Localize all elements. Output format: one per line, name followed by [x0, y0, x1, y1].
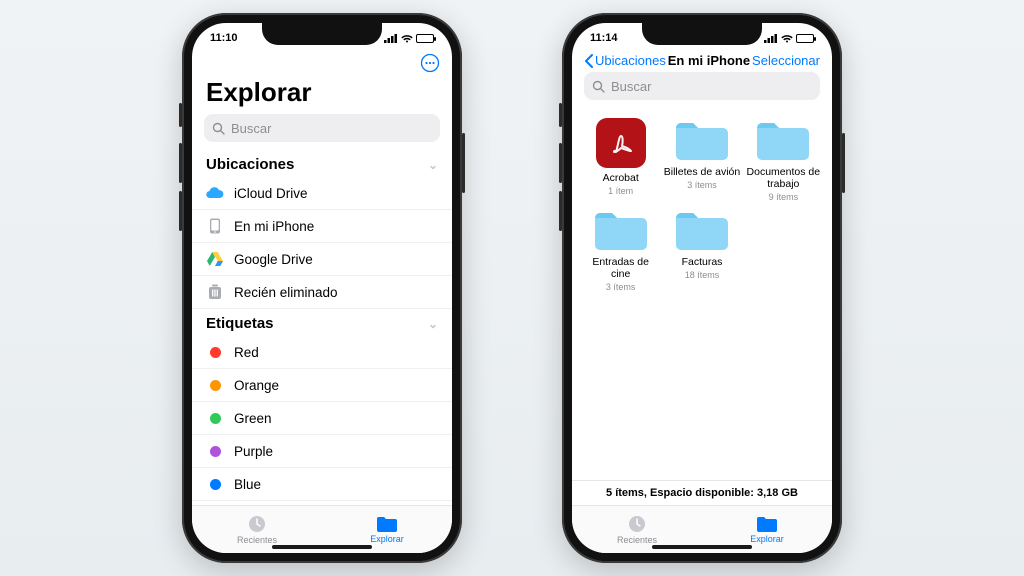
grid-item[interactable]: Documentos de trabajo 9 ítems — [745, 118, 822, 202]
tags-header[interactable]: Etiquetas ⌄ — [192, 309, 452, 336]
home-indicator[interactable] — [272, 545, 372, 549]
phone-right: 11:14 Ubicaciones En mi iPhone Seleccion… — [562, 13, 842, 563]
search-icon — [212, 122, 225, 135]
home-indicator[interactable] — [652, 545, 752, 549]
clock-icon — [627, 514, 647, 534]
tag-row[interactable]: Orange — [192, 369, 452, 402]
folder-icon — [593, 208, 649, 252]
select-button[interactable]: Seleccionar — [752, 53, 820, 68]
folder-icon — [376, 515, 398, 533]
location-icloud[interactable]: iCloud Drive — [192, 177, 452, 210]
nav-title: En mi iPhone — [668, 53, 750, 68]
page-title: Explorar — [192, 77, 452, 114]
item-count: 9 ítems — [745, 192, 822, 202]
notch — [262, 23, 382, 45]
search-input[interactable]: Buscar — [584, 72, 820, 100]
battery-icon — [416, 34, 434, 43]
icloud-icon — [206, 184, 224, 202]
location-iphone[interactable]: En mi iPhone — [192, 210, 452, 243]
signal-icon — [764, 34, 778, 43]
more-button[interactable] — [420, 53, 440, 73]
folder-icon — [755, 118, 811, 162]
grid-item[interactable]: Acrobat 1 ítem — [582, 118, 659, 202]
search-icon — [592, 80, 605, 93]
acrobat-icon — [596, 118, 646, 168]
tag-row[interactable]: Red — [192, 336, 452, 369]
tag-dot-icon — [206, 475, 224, 493]
folder-content: Acrobat 1 ítem Billetes de avión 3 ítems Doc… — [572, 108, 832, 480]
nav-right-only — [192, 53, 452, 77]
footer-info: 5 ítems, Espacio disponible: 3,18 GB — [572, 480, 832, 505]
status-icons — [384, 34, 434, 43]
search-placeholder: Buscar — [231, 121, 271, 136]
clock-icon — [247, 514, 267, 534]
item-name: Facturas — [663, 256, 740, 268]
iphone-icon — [206, 217, 224, 235]
phone-left: 11:10 Explorar Buscar Ubicaciones ⌄ — [182, 13, 462, 563]
wifi-icon — [781, 34, 793, 43]
chevron-left-icon — [584, 54, 593, 68]
notch — [642, 23, 762, 45]
folder-icon — [674, 208, 730, 252]
chevron-down-icon: ⌄ — [428, 158, 438, 172]
chevron-down-icon: ⌄ — [428, 317, 438, 331]
battery-icon — [796, 34, 814, 43]
tag-dot-icon — [206, 409, 224, 427]
tag-row[interactable]: Blue — [192, 468, 452, 501]
back-button[interactable]: Ubicaciones — [584, 53, 666, 68]
item-name: Billetes de avión — [663, 166, 740, 178]
grid-item[interactable]: Entradas de cine 3 ítems — [582, 208, 659, 292]
trash-icon — [206, 283, 224, 301]
tag-row[interactable]: Purple — [192, 435, 452, 468]
search-placeholder: Buscar — [611, 79, 651, 94]
status-icons — [764, 34, 814, 43]
item-name: Entradas de cine — [582, 256, 659, 280]
tag-dot-icon — [206, 343, 224, 361]
search-input[interactable]: Buscar — [204, 114, 440, 142]
tag-dot-icon — [206, 442, 224, 460]
item-name: Acrobat — [582, 172, 659, 184]
wifi-icon — [401, 34, 413, 43]
grid-item[interactable]: Billetes de avión 3 ítems — [663, 118, 740, 202]
location-gdrive[interactable]: Google Drive — [192, 243, 452, 276]
more-icon — [420, 53, 440, 73]
item-count: 18 ítems — [663, 270, 740, 280]
item-count: 3 ítems — [663, 180, 740, 190]
item-count: 1 ítem — [582, 186, 659, 196]
tag-dot-icon — [206, 376, 224, 394]
locations-header[interactable]: Ubicaciones ⌄ — [192, 150, 452, 177]
grid-item[interactable]: Facturas 18 ítems — [663, 208, 740, 292]
browse-content: Ubicaciones ⌄ iCloud Drive En mi iPhone … — [192, 150, 452, 505]
location-trash[interactable]: Recién eliminado — [192, 276, 452, 309]
gdrive-icon — [206, 250, 224, 268]
signal-icon — [384, 34, 398, 43]
status-time: 11:10 — [210, 32, 238, 44]
tag-row[interactable]: Green — [192, 402, 452, 435]
item-count: 3 ítems — [582, 282, 659, 292]
folder-icon — [756, 515, 778, 533]
status-time: 11:14 — [590, 32, 618, 44]
folder-icon — [674, 118, 730, 162]
item-name: Documentos de trabajo — [745, 166, 822, 190]
nav-bar: Ubicaciones En mi iPhone Seleccionar — [572, 53, 832, 72]
